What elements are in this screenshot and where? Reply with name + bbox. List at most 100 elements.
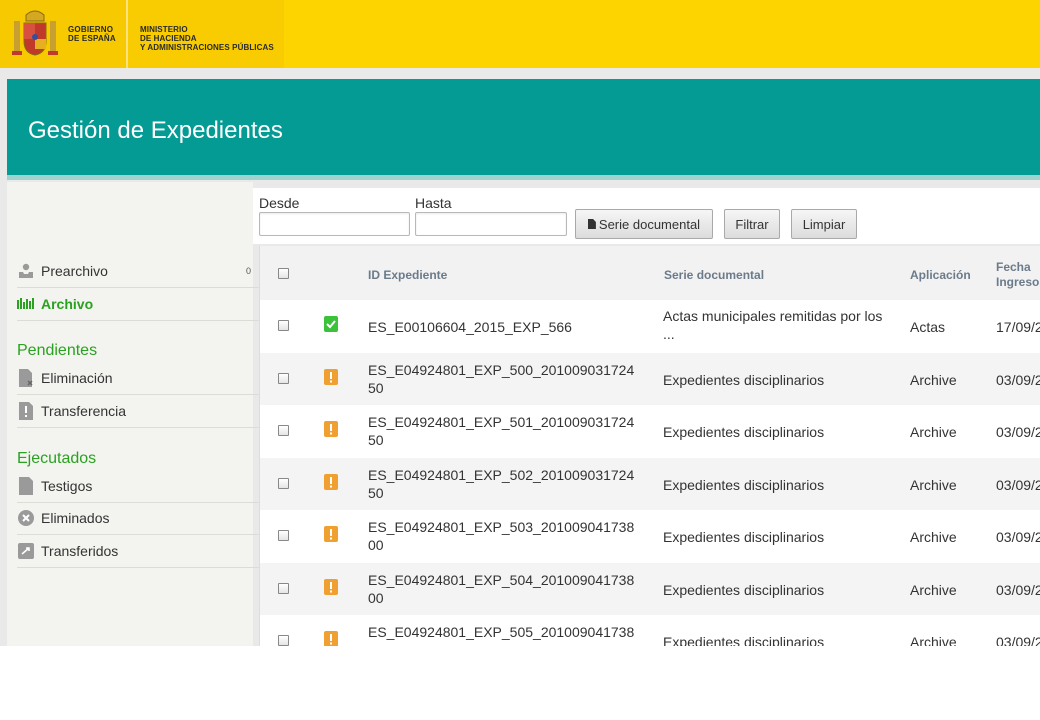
sidebar-item-label: Transferencia bbox=[41, 403, 127, 419]
sidebar-item-archivo[interactable]: Archivo bbox=[17, 288, 259, 321]
serie-documental-button-label: Serie documental bbox=[598, 216, 701, 232]
table-row[interactable]: ES_E00106604_2015_EXP_566 Actas municipal… bbox=[260, 300, 1040, 352]
sidebar-item-transferencia[interactable]: Transferencia bbox=[17, 395, 259, 428]
limpiar-button-label: Limpiar bbox=[802, 216, 846, 232]
document-icon bbox=[17, 477, 35, 495]
cell-fecha-ingreso: 03/09/2 bbox=[996, 581, 1040, 598]
column-header-fecha[interactable]: Fecha Ingreso bbox=[996, 260, 1039, 290]
gov-line-2: DE ESPAÑA bbox=[68, 34, 116, 43]
sidebar-item-testigos[interactable]: Testigos bbox=[17, 470, 259, 503]
row-checkbox[interactable] bbox=[278, 372, 289, 384]
desde-date-input[interactable] bbox=[259, 212, 410, 236]
table-row[interactable]: ES_E04924801_EXP_505_201009041738 Expedie… bbox=[260, 615, 1040, 646]
cell-serie-documental: Expedientes disciplinarios bbox=[663, 476, 825, 493]
document-warning-icon bbox=[17, 402, 35, 420]
cell-fecha-ingreso: 03/09/2 bbox=[996, 371, 1040, 388]
row-checkbox[interactable] bbox=[278, 530, 289, 541]
cell-fecha-ingreso: 03/09/2 bbox=[996, 424, 1040, 440]
status-warning-icon bbox=[324, 526, 338, 542]
title-band-divider bbox=[7, 175, 1040, 180]
status-warning-icon bbox=[324, 473, 338, 490]
cell-id-expediente: ES_E04924801_EXP_502_20100903172450 bbox=[368, 466, 635, 501]
ministry-line-1: MINISTERIO bbox=[140, 25, 188, 34]
gov-line-1: GOBIERNO bbox=[68, 25, 114, 34]
column-header-aplicacion[interactable]: Aplicación bbox=[910, 268, 971, 282]
cell-aplicacion: Archive bbox=[910, 634, 957, 646]
ministry-text: MINISTERIO DE HACIENDA Y ADMINISTRACIONE… bbox=[140, 25, 274, 52]
gobierno-logo-block: GOBIERNO DE ESPAÑA bbox=[0, 0, 126, 68]
cell-aplicacion: Archive bbox=[910, 371, 957, 388]
cell-serie-documental: Expedientes disciplinarios bbox=[663, 581, 825, 598]
cell-fecha-ingreso: 03/09/2 bbox=[996, 476, 1040, 493]
cell-serie-documental: Expedientes disciplinarios bbox=[663, 371, 825, 388]
cell-serie-documental: Expedientes disciplinarios bbox=[663, 634, 825, 646]
cell-id-expediente: ES_E04924801_EXP_500_20100903172450 bbox=[368, 361, 635, 396]
row-checkbox[interactable] bbox=[278, 477, 289, 489]
sidebar-item-label: Transferidos bbox=[41, 543, 119, 559]
sidebar-item-label: Eliminación bbox=[41, 370, 113, 386]
cell-fecha-ingreso: 17/09/2 bbox=[996, 319, 1040, 335]
hasta-date-input[interactable] bbox=[415, 212, 567, 236]
cell-id-expediente: ES_E04924801_EXP_503_20100904173800 bbox=[368, 519, 635, 553]
government-header: GOBIERNO DE ESPAÑA MINISTERIO DE HACIEND… bbox=[0, 0, 1040, 68]
status-warning-icon bbox=[324, 578, 338, 595]
limpiar-button[interactable]: Limpiar bbox=[791, 209, 857, 239]
cell-aplicacion: Archive bbox=[910, 476, 957, 493]
inbox-icon bbox=[17, 262, 35, 280]
cell-serie-documental: Expedientes disciplinarios bbox=[663, 529, 825, 545]
ministry-line-3: Y ADMINISTRACIONES PÚBLICAS bbox=[140, 43, 274, 52]
cell-id-expediente: ES_E04924801_EXP_501_20100903172450 bbox=[368, 414, 635, 448]
transfer-icon bbox=[17, 542, 35, 560]
table-row[interactable]: ES_E04924801_EXP_504_20100904173800 Exped… bbox=[260, 562, 1040, 615]
prearchivo-count-badge: 0 bbox=[245, 266, 251, 276]
table-row[interactable]: ES_E04924801_EXP_500_20100903172450 Exped… bbox=[260, 352, 1040, 405]
column-header-fecha-line1: Fecha bbox=[996, 260, 1031, 274]
column-header-serie[interactable]: Serie documental bbox=[664, 268, 764, 282]
expedientes-table: ID Expediente Serie documental Aplicació… bbox=[259, 246, 1040, 646]
filter-bar: Desde Hasta Serie documental Filtrar Lim… bbox=[253, 188, 1040, 244]
row-checkbox[interactable] bbox=[278, 582, 289, 594]
sidebar-item-eliminados[interactable]: Eliminados bbox=[17, 502, 259, 535]
column-header-id[interactable]: ID Expediente bbox=[368, 268, 447, 282]
sidebar-item-label: Archivo bbox=[41, 296, 94, 312]
coat-of-arms-icon bbox=[12, 10, 58, 56]
document-delete-icon bbox=[17, 369, 35, 387]
ministry-line-2: DE HACIENDA bbox=[140, 34, 197, 43]
document-icon bbox=[587, 219, 596, 229]
section-title-ejecutados: Ejecutados bbox=[17, 450, 97, 467]
sidebar-item-prearchivo[interactable]: Prearchivo 0 bbox=[17, 255, 259, 288]
filtrar-button[interactable]: Filtrar bbox=[724, 209, 780, 239]
table-row[interactable]: ES_E04924801_EXP_501_20100903172450 Exped… bbox=[260, 405, 1040, 457]
sidebar-item-transferidos[interactable]: Transferidos bbox=[17, 535, 259, 568]
hasta-label: Hasta bbox=[415, 195, 452, 211]
cell-serie-documental: Expedientes disciplinarios bbox=[663, 424, 825, 440]
x-circle-icon bbox=[17, 509, 35, 527]
status-warning-icon bbox=[324, 368, 338, 385]
archive-bars-icon bbox=[17, 295, 35, 313]
column-header-fecha-line2: Ingreso bbox=[996, 275, 1040, 289]
row-checkbox[interactable] bbox=[278, 635, 289, 646]
sidebar: Prearchivo 0 Archivo Pendientes Eliminac… bbox=[7, 182, 259, 646]
table-row[interactable]: ES_E04924801_EXP_503_20100904173800 Exped… bbox=[260, 510, 1040, 562]
row-checkbox[interactable] bbox=[278, 425, 289, 436]
table-row[interactable]: ES_E04924801_EXP_502_20100903172450 Exped… bbox=[260, 457, 1040, 510]
select-all-checkbox[interactable] bbox=[278, 268, 289, 279]
section-title-pendientes: Pendientes bbox=[17, 342, 98, 359]
cell-aplicacion: Archive bbox=[910, 529, 957, 545]
cell-id-expediente: ES_E04924801_EXP_505_201009041738 bbox=[368, 624, 635, 640]
cell-id-expediente: ES_E04924801_EXP_504_20100904173800 bbox=[368, 571, 635, 606]
sidebar-item-label: Testigos bbox=[41, 478, 93, 494]
cell-aplicacion: Actas bbox=[910, 319, 946, 335]
row-checkbox[interactable] bbox=[278, 320, 289, 331]
sidebar-item-label: Prearchivo bbox=[41, 263, 108, 279]
cell-id-expediente: ES_E00106604_2015_EXP_566 bbox=[368, 319, 572, 335]
sidebar-item-eliminacion[interactable]: Eliminación bbox=[17, 362, 259, 395]
ministry-block: MINISTERIO DE HACIENDA Y ADMINISTRACIONE… bbox=[126, 0, 284, 68]
desde-label: Desde bbox=[259, 195, 300, 211]
table-header: ID Expediente Serie documental Aplicació… bbox=[260, 246, 1040, 301]
cell-fecha-ingreso: 03/09/2 bbox=[996, 634, 1040, 646]
cell-aplicacion: Archive bbox=[910, 424, 957, 440]
filtrar-button-label: Filtrar bbox=[735, 216, 769, 232]
cell-fecha-ingreso: 03/09/2 bbox=[996, 529, 1040, 545]
serie-documental-button[interactable]: Serie documental bbox=[575, 209, 713, 239]
